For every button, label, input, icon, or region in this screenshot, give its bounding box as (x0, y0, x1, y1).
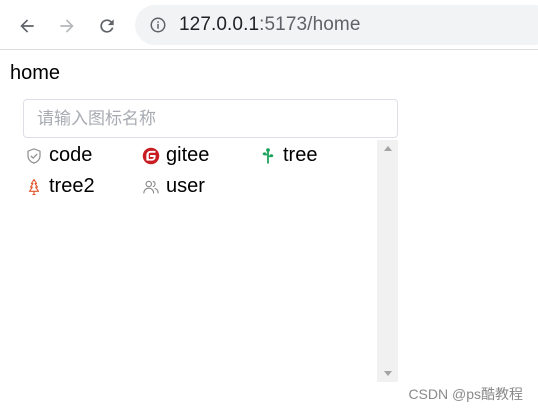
icon-item-code[interactable]: code (23, 140, 140, 171)
vertical-scrollbar[interactable] (377, 140, 398, 382)
reload-icon (100, 19, 114, 33)
triangle-up-icon (383, 146, 392, 151)
icon-search-input[interactable] (23, 99, 398, 138)
url-host: 127.0.0.1 (179, 14, 260, 35)
page-title: home (10, 62, 61, 84)
url-text[interactable]: 127.0.0.1:5173/home (179, 14, 361, 36)
icon-item-tree2[interactable]: tree2 (23, 171, 140, 202)
icon-item-tree[interactable]: tree (257, 140, 374, 171)
watermark: CSDN @ps酷教程 (408, 386, 523, 402)
reload-button[interactable] (91, 10, 123, 42)
arrow-right-icon (60, 19, 74, 33)
icon-grid: code gitee tree tree2 user (23, 140, 377, 382)
browser-toolbar: 127.0.0.1:5173/home (0, 0, 538, 50)
triangle-down-icon (383, 371, 392, 376)
gitee-icon (141, 146, 160, 165)
scroll-up-button[interactable] (377, 140, 398, 157)
site-info-button[interactable] (148, 15, 168, 35)
user-group-icon (141, 177, 160, 196)
icon-item-label: code (49, 144, 93, 166)
icon-item-label: gitee (166, 144, 210, 166)
page-content: home code (0, 51, 538, 412)
icon-picker: code gitee (23, 99, 398, 382)
icon-item-label: tree (283, 144, 318, 166)
info-circle-icon (150, 17, 166, 33)
arrow-left-icon (20, 19, 34, 33)
icon-item-label: user (166, 175, 205, 197)
icon-item-gitee[interactable]: gitee (140, 140, 257, 171)
shield-check-icon (24, 146, 43, 165)
tree-icon (258, 146, 277, 165)
tree2-icon (24, 177, 43, 196)
address-bar[interactable]: 127.0.0.1:5173/home (135, 5, 538, 45)
icon-item-label: tree2 (49, 175, 95, 197)
icon-item-user[interactable]: user (140, 171, 257, 202)
scroll-down-button[interactable] (377, 365, 398, 382)
url-path: :5173/home (259, 14, 361, 35)
back-button[interactable] (11, 10, 43, 42)
icon-list: code gitee tree tree2 user (23, 140, 398, 382)
forward-button[interactable] (51, 10, 83, 42)
